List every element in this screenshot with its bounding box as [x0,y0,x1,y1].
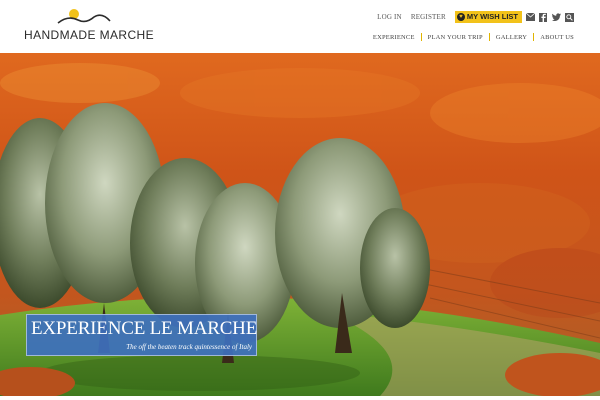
main-nav: EXPERIENCE PLAN YOUR TRIP GALLERY ABOUT … [373,33,574,41]
nav-divider [420,33,422,41]
page-bottom-edge [0,396,600,400]
login-link[interactable]: LOG IN [377,13,402,21]
nav-plan-your-trip[interactable]: PLAN YOUR TRIP [428,34,483,41]
hero-caption: EXPERIENCE LE MARCHE The off the beaten … [26,314,257,356]
facebook-icon[interactable] [538,12,548,22]
nav-divider [533,33,535,41]
site-header: HANDMADE MARCHE LOG IN REGISTER ♥ MY WIS… [0,0,600,53]
nav-gallery[interactable]: GALLERY [496,34,527,41]
hero-subtitle: The off the beaten track quintessence of… [126,343,252,351]
nav-experience[interactable]: EXPERIENCE [373,34,415,41]
top-utility-bar: LOG IN REGISTER ♥ MY WISH LIST [368,10,574,24]
hero-banner: EXPERIENCE LE MARCHE The off the beaten … [0,53,600,396]
nav-divider [488,33,490,41]
email-icon[interactable] [525,12,535,22]
wishlist-button[interactable]: ♥ MY WISH LIST [454,11,522,23]
twitter-icon[interactable] [551,12,561,22]
register-link[interactable]: REGISTER [411,13,446,21]
heart-icon: ♥ [456,13,465,21]
hero-title: EXPERIENCE LE MARCHE [31,318,258,339]
brand-name: HANDMADE MARCHE [24,28,155,42]
wishlist-label: MY WISH LIST [466,12,518,21]
nav-about-us[interactable]: ABOUT US [540,34,574,41]
search-icon[interactable] [564,12,574,22]
site-logo[interactable]: HANDMADE MARCHE [24,6,154,46]
sun-over-hills-icon [57,9,111,24]
